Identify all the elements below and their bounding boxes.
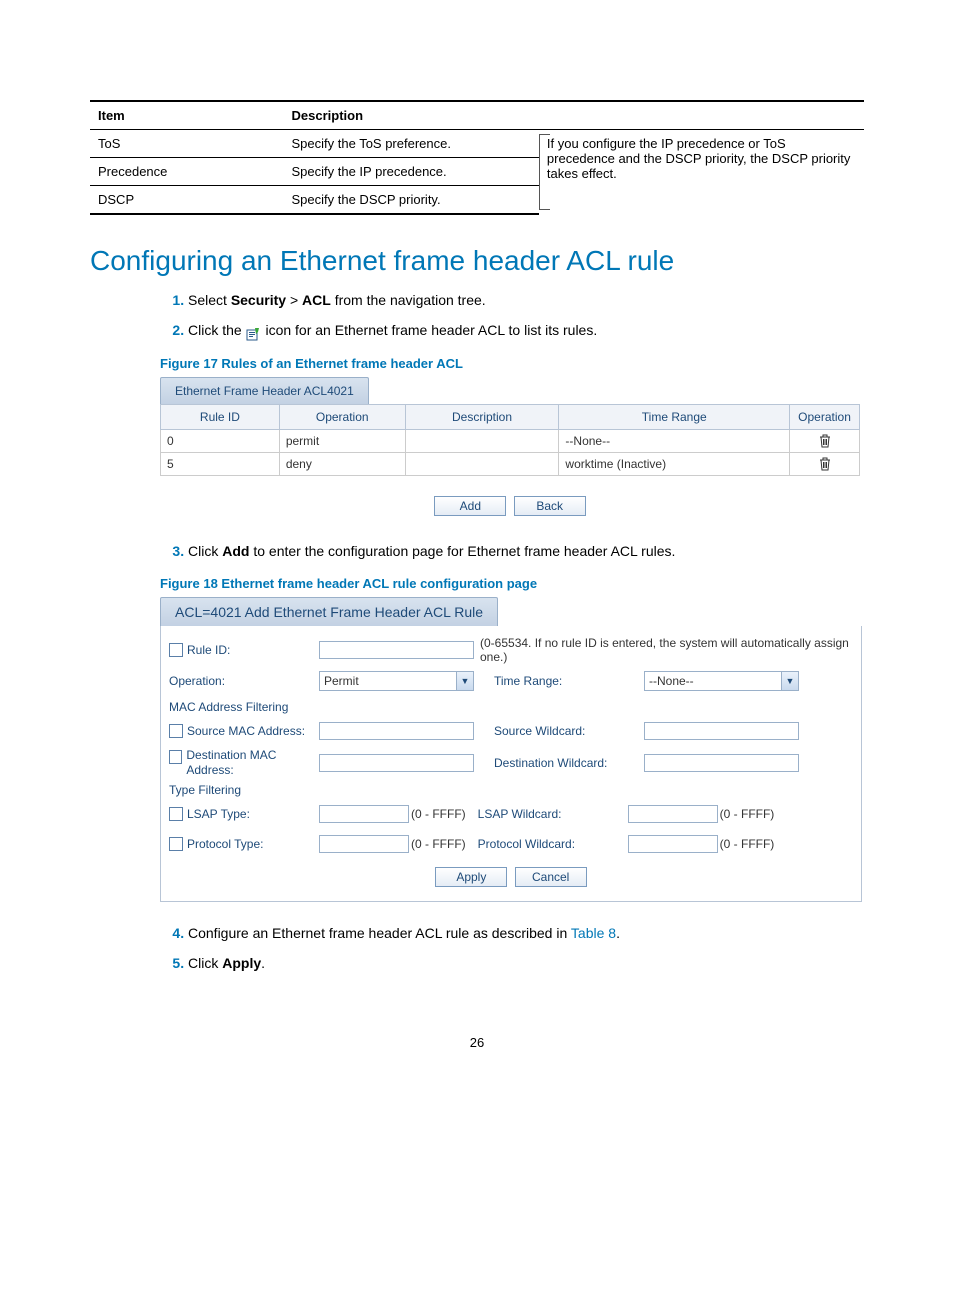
table-row: 5 deny worktime (Inactive) — [161, 452, 860, 475]
col-rule-id: Rule ID — [161, 404, 280, 429]
range-hint: (0 - FFFF) — [720, 837, 775, 851]
figure-17-panel: Ethernet Frame Header ACL4021 Rule ID Op… — [160, 377, 860, 516]
destination-mac-checkbox[interactable] — [169, 750, 182, 764]
rule-id-hint: (0-65534. If no rule ID is entered, the … — [480, 636, 853, 664]
lsap-type-input[interactable] — [319, 805, 409, 823]
table-8-link[interactable]: Table 8 — [571, 925, 616, 941]
apply-button[interactable]: Apply — [435, 867, 507, 887]
time-range-select[interactable]: --None-- ▼ — [644, 671, 799, 691]
col-description: Description — [405, 404, 559, 429]
step-4: Configure an Ethernet frame header ACL r… — [188, 922, 864, 944]
range-hint: (0 - FFFF) — [720, 807, 775, 821]
delete-icon[interactable] — [796, 457, 853, 471]
item-description-table: Item Description ToS Specify the ToS pre… — [90, 100, 864, 215]
figure-17-caption: Figure 17 Rules of an Ethernet frame hea… — [160, 356, 864, 371]
section-title: Configuring an Ethernet frame header ACL… — [90, 245, 864, 277]
operation-label: Operation: — [169, 674, 225, 688]
col-description: Description — [284, 101, 865, 130]
lsap-wildcard-input[interactable] — [628, 805, 718, 823]
col-operation-action: Operation — [790, 404, 860, 429]
form-tab[interactable]: ACL=4021 Add Ethernet Frame Header ACL R… — [160, 597, 498, 626]
add-button[interactable]: Add — [434, 496, 506, 516]
range-hint: (0 - FFFF) — [411, 807, 466, 821]
cancel-button[interactable]: Cancel — [515, 867, 587, 887]
step-1: Select Security > ACL from the navigatio… — [188, 289, 864, 311]
protocol-wildcard-label: Protocol Wildcard: — [478, 837, 628, 851]
source-mac-checkbox[interactable] — [169, 724, 183, 738]
protocol-type-checkbox[interactable] — [169, 837, 183, 851]
figure-18-panel: Rule ID: (0-65534. If no rule ID is ente… — [160, 626, 862, 902]
operation-select[interactable]: Permit ▼ — [319, 671, 474, 691]
protocol-type-label: Protocol Type: — [187, 837, 264, 851]
destination-mac-input[interactable] — [319, 754, 474, 772]
step-2: Click the icon for an Ethernet frame hea… — [188, 319, 864, 341]
back-button[interactable]: Back — [514, 496, 586, 516]
row-dscp-item: DSCP — [90, 186, 284, 215]
protocol-wildcard-input[interactable] — [628, 835, 718, 853]
rule-id-checkbox[interactable] — [169, 643, 183, 657]
row-precedence-item: Precedence — [90, 158, 284, 186]
chevron-down-icon: ▼ — [456, 672, 473, 690]
lsap-type-checkbox[interactable] — [169, 807, 183, 821]
rule-id-label: Rule ID: — [187, 643, 230, 657]
source-mac-input[interactable] — [319, 722, 474, 740]
step-5: Click Apply. — [188, 952, 864, 974]
rules-grid: Rule ID Operation Description Time Range… — [160, 404, 860, 476]
time-range-label: Time Range: — [494, 674, 644, 688]
rule-id-input[interactable] — [319, 641, 474, 659]
row-tos-desc: Specify the ToS preference. — [284, 130, 539, 158]
destination-mac-label: Destination MAC Address: — [186, 748, 319, 777]
source-wildcard-input[interactable] — [644, 722, 799, 740]
precedence-note: If you configure the IP precedence or To… — [539, 130, 864, 215]
step-3: Click Add to enter the configuration pag… — [188, 540, 864, 562]
table-row: 0 permit --None-- — [161, 429, 860, 452]
row-precedence-desc: Specify the IP precedence. — [284, 158, 539, 186]
chevron-down-icon: ▼ — [781, 672, 798, 690]
delete-icon[interactable] — [796, 434, 853, 448]
page-number: 26 — [90, 1035, 864, 1050]
row-tos-item: ToS — [90, 130, 284, 158]
col-item: Item — [90, 101, 284, 130]
lsap-type-label: LSAP Type: — [187, 807, 250, 821]
lsap-wildcard-label: LSAP Wildcard: — [478, 807, 628, 821]
destination-wildcard-input[interactable] — [644, 754, 799, 772]
row-dscp-desc: Specify the DSCP priority. — [284, 186, 539, 215]
type-filtering-header: Type Filtering — [169, 783, 853, 797]
source-wildcard-label: Source Wildcard: — [494, 724, 644, 738]
source-mac-label: Source MAC Address: — [187, 724, 305, 738]
range-hint: (0 - FFFF) — [411, 837, 466, 851]
figure-18-caption: Figure 18 Ethernet frame header ACL rule… — [160, 576, 864, 591]
acl-tab[interactable]: Ethernet Frame Header ACL4021 — [160, 377, 369, 404]
destination-wildcard-label: Destination Wildcard: — [494, 756, 644, 770]
protocol-type-input[interactable] — [319, 835, 409, 853]
edit-icon — [246, 325, 262, 339]
col-operation: Operation — [279, 404, 405, 429]
mac-filtering-header: MAC Address Filtering — [169, 700, 853, 714]
col-time-range: Time Range — [559, 404, 790, 429]
